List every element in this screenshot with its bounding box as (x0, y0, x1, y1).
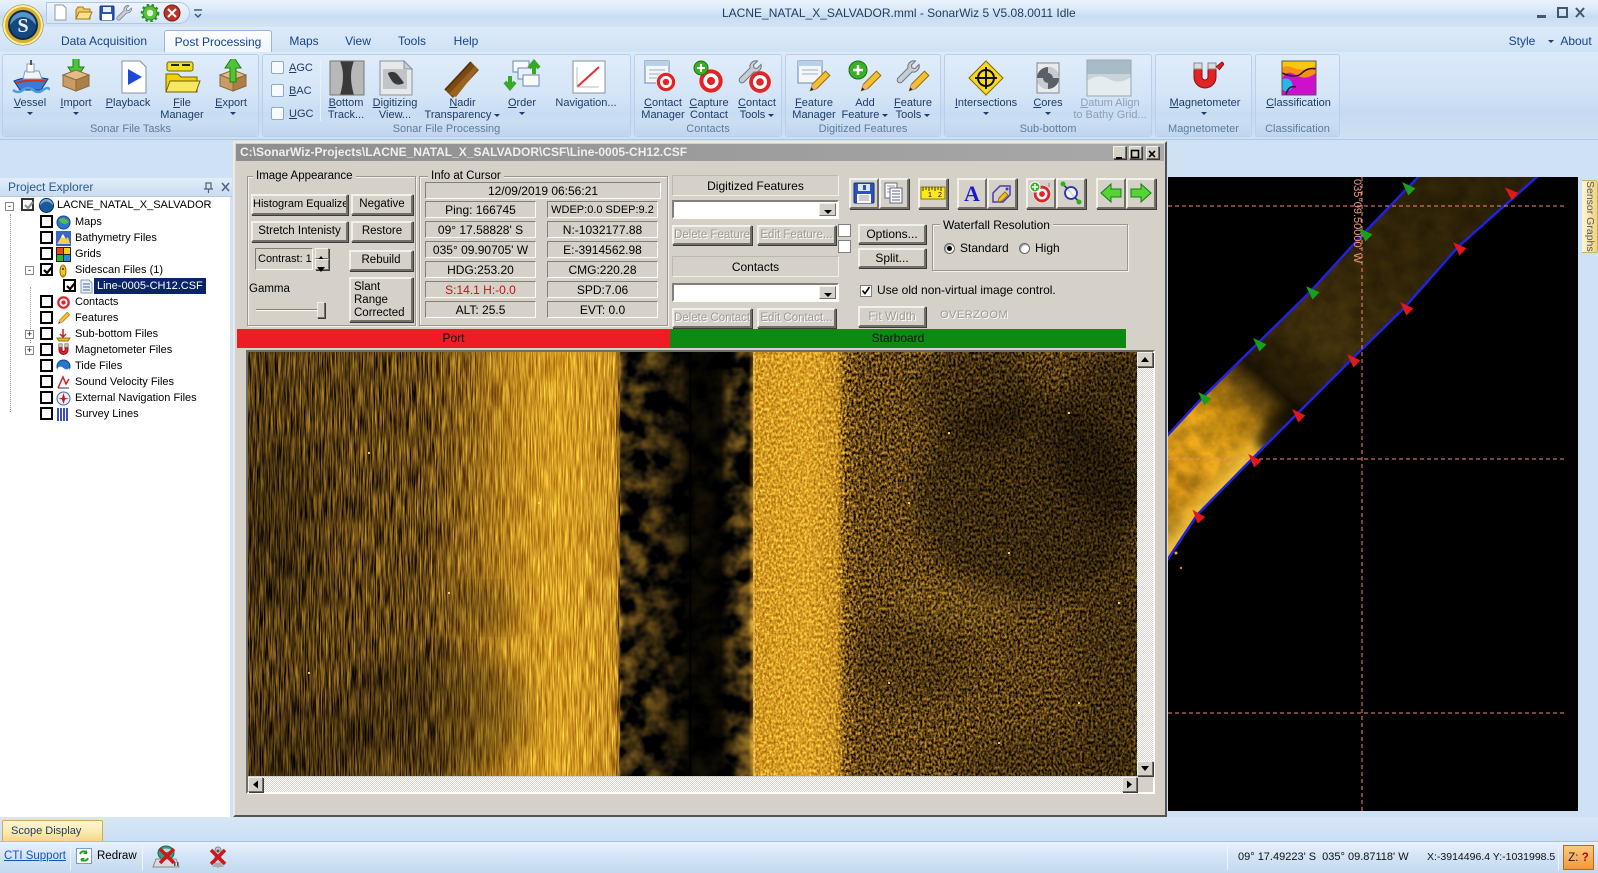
svg-text:A: A (964, 181, 980, 206)
svg-text:1: 1 (928, 192, 932, 199)
svg-text:035°09.50000' W: 035°09.50000' W (1351, 179, 1363, 264)
svg-text:S: S (17, 15, 28, 37)
svg-text:2: 2 (938, 192, 942, 199)
